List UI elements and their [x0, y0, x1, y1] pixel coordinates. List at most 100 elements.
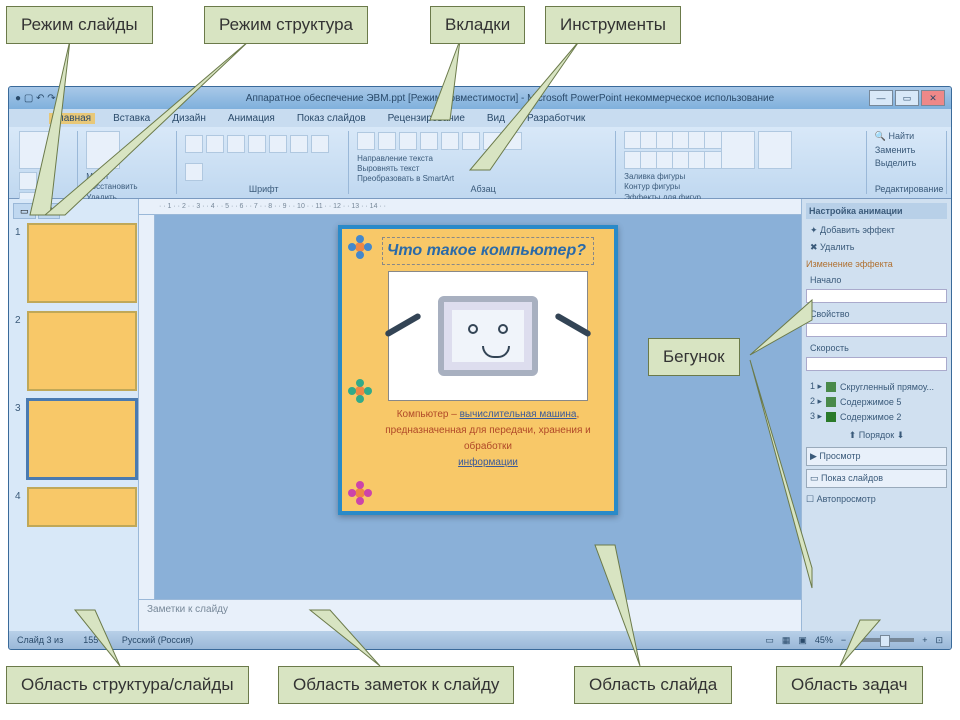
quick-styles-button[interactable]	[758, 131, 792, 169]
animation-item-2[interactable]: 2 ▸ Содержимое 5	[806, 394, 947, 409]
bold-button[interactable]	[185, 135, 203, 153]
underline-button[interactable]	[227, 135, 245, 153]
powerpoint-window: ● ▢ ↶ ↷ Аппаратное обеспечение ЭВМ.ppt […	[8, 86, 952, 650]
computer-illustration	[438, 296, 538, 376]
slides-outline-pane[interactable]: ▭ ☰ 1 2 3 4	[9, 199, 139, 631]
font-color-button[interactable]	[185, 163, 203, 181]
align-center-button[interactable]	[462, 132, 480, 150]
ribbon-group-paragraph: Направление текста Выровнять текст Преоб…	[351, 131, 616, 194]
layout-button[interactable]: Макет	[86, 172, 137, 182]
ribbon-tabs: Главная Вставка Дизайн Анимация Показ сл…	[9, 109, 951, 127]
outline-tab[interactable]: ☰	[38, 203, 60, 219]
slide-editor-area: · · 1 · · 2 · · 3 · · 4 · · 5 · · 6 · · …	[139, 199, 801, 631]
slide-body-text[interactable]: Компьютер – вычислительная машина, предн…	[382, 407, 594, 471]
remove-effect-button[interactable]: ✖ Удалить	[806, 240, 947, 255]
tab-developer[interactable]: Разработчик	[523, 113, 589, 124]
add-effect-button[interactable]: ✦ Добавить эффект	[806, 223, 947, 238]
animation-item-3[interactable]: 3 ▸ Содержимое 2	[806, 409, 947, 424]
bullets-button[interactable]	[357, 132, 375, 150]
new-slide-button[interactable]	[86, 131, 120, 169]
flower-icon	[348, 235, 372, 259]
callout-tools: Инструменты	[545, 6, 681, 44]
maximize-button[interactable]: ▭	[895, 90, 919, 106]
shadow-button[interactable]	[269, 135, 287, 153]
callout-slide-mode: Режим слайды	[6, 6, 153, 44]
tab-view[interactable]: Вид	[483, 113, 509, 124]
effect-change-label: Изменение эффекта	[806, 259, 947, 269]
find-button[interactable]: 🔍 Найти	[875, 131, 914, 142]
slide-thumbnail-1[interactable]: 1	[27, 223, 137, 303]
zoom-slider[interactable]	[854, 638, 914, 642]
close-button[interactable]: ✕	[921, 90, 945, 106]
tab-design[interactable]: Дизайн	[168, 113, 210, 124]
property-label: Свойство	[806, 307, 947, 321]
shape-button[interactable]	[704, 131, 722, 149]
quick-access-toolbar[interactable]: ● ▢ ↶ ↷	[15, 93, 155, 104]
reset-button[interactable]: Восстановить	[86, 182, 137, 192]
fit-to-window-button[interactable]: ⊡	[935, 635, 943, 646]
select-button[interactable]: Выделить	[875, 158, 917, 168]
title-bar: ● ▢ ↶ ↷ Аппаратное обеспечение ЭВМ.ppt […	[9, 87, 951, 109]
shape-button[interactable]	[704, 151, 722, 169]
zoom-level[interactable]: 45%	[815, 635, 833, 645]
task-pane-title: Настройка анимации	[806, 203, 947, 219]
flower-icon	[348, 481, 372, 505]
text-direction-button[interactable]: Направление текста	[357, 154, 454, 164]
slide-title-placeholder[interactable]: Что такое компьютер?	[382, 237, 594, 265]
vertical-ruler[interactable]	[139, 215, 155, 599]
char-spacing-button[interactable]	[290, 135, 308, 153]
slide-thumbnail-2[interactable]: 2	[27, 311, 137, 391]
shape-fill-button[interactable]: Заливка фигуры	[624, 172, 701, 182]
property-select[interactable]	[806, 323, 947, 337]
play-button[interactable]: ▶ Просмотр	[806, 447, 947, 466]
callout-notes-area: Область заметок к слайду	[278, 666, 514, 704]
zoom-in-button[interactable]: +	[922, 635, 927, 645]
align-text-button[interactable]: Выровнять текст	[357, 164, 454, 174]
indent-dec-button[interactable]	[399, 132, 417, 150]
arrange-button[interactable]	[721, 131, 755, 169]
animation-task-pane[interactable]: Настройка анимации ✦ Добавить эффект ✖ У…	[801, 199, 951, 631]
minimize-button[interactable]: —	[869, 90, 893, 106]
align-left-button[interactable]	[441, 132, 459, 150]
tab-slideshow[interactable]: Показ слайдов	[293, 113, 370, 124]
animation-item-1[interactable]: 1 ▸ Скругленный прямоу...	[806, 379, 947, 394]
slide-thumbnail-4[interactable]: 4	[27, 487, 137, 527]
speed-select[interactable]	[806, 357, 947, 371]
convert-smartart-button[interactable]: Преобразовать в SmartArt	[357, 174, 454, 184]
paste-button[interactable]	[19, 131, 53, 169]
callout-tabs: Вкладки	[430, 6, 525, 44]
notes-pane[interactable]: Заметки к слайду	[139, 599, 801, 631]
replace-button[interactable]: Заменить	[875, 145, 915, 155]
zoom-out-button[interactable]: −	[841, 635, 846, 645]
italic-button[interactable]	[206, 135, 224, 153]
slide-canvas[interactable]: Что такое компьютер?	[155, 215, 801, 599]
tab-insert[interactable]: Вставка	[109, 113, 154, 124]
horizontal-ruler[interactable]: · · 1 · · 2 · · 3 · · 4 · · 5 · · 6 · · …	[139, 199, 801, 215]
view-sorter-button[interactable]: ▦	[782, 635, 791, 646]
language-indicator[interactable]: Русский (Россия)	[122, 635, 193, 645]
slideshow-button[interactable]: ▭ Показ слайдов	[806, 469, 947, 488]
view-slideshow-button[interactable]: ▣	[798, 635, 807, 646]
reorder-controls[interactable]: ⬆ Порядок ⬇	[806, 430, 947, 441]
change-case-button[interactable]	[311, 135, 329, 153]
tab-review[interactable]: Рецензирование	[384, 113, 469, 124]
slide-thumbnail-3[interactable]: 3	[27, 399, 137, 479]
tab-animation[interactable]: Анимация	[224, 113, 279, 124]
slide-counter: Слайд 3 из	[17, 635, 63, 645]
flower-icon	[348, 379, 372, 403]
indent-inc-button[interactable]	[420, 132, 438, 150]
shape-outline-button[interactable]: Контур фигуры	[624, 182, 701, 192]
justify-button[interactable]	[504, 132, 522, 150]
current-slide[interactable]: Что такое компьютер?	[338, 225, 618, 515]
start-select[interactable]	[806, 289, 947, 303]
align-right-button[interactable]	[483, 132, 501, 150]
autopreview-checkbox[interactable]: ☐ Автопросмотр	[806, 494, 947, 505]
numbering-button[interactable]	[378, 132, 396, 150]
strikethrough-button[interactable]	[248, 135, 266, 153]
cut-button[interactable]	[19, 172, 37, 190]
start-dropdown[interactable]: Начало	[806, 273, 947, 287]
slide-image-placeholder[interactable]	[388, 271, 588, 401]
tab-home[interactable]: Главная	[49, 113, 95, 124]
slides-tab[interactable]: ▭	[13, 203, 36, 219]
view-normal-button[interactable]: ▭	[765, 635, 774, 646]
